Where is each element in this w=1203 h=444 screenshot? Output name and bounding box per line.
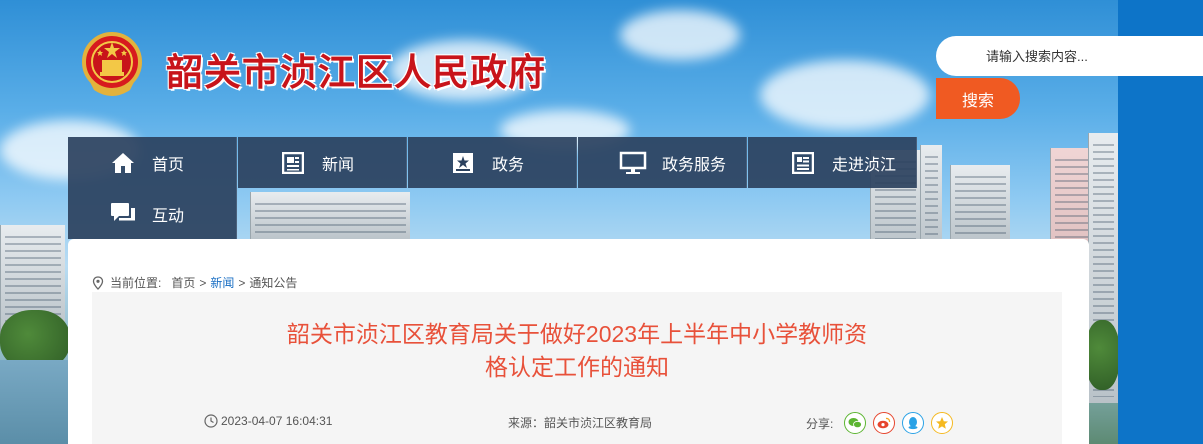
- nav-item-government-affairs[interactable]: 政务: [408, 137, 577, 188]
- datetime-text: 2023-04-07 16:04:31: [221, 414, 333, 428]
- monitor-icon: [618, 150, 648, 176]
- nav-item-news[interactable]: 新闻: [238, 137, 407, 188]
- nav-item-label: 新闻: [322, 156, 355, 174]
- nav-item-label: 首页: [152, 156, 185, 174]
- building: [950, 165, 1010, 245]
- nav-item-about-zhenjiang[interactable]: 走进浈江: [748, 137, 917, 188]
- share-bar: 分享:: [806, 412, 954, 434]
- wechat-icon[interactable]: [844, 412, 867, 434]
- source-text: 来源：韶关市浈江区教育局: [508, 416, 653, 430]
- qq-icon[interactable]: [902, 412, 925, 434]
- nav-item-label: 互动: [152, 207, 185, 225]
- article-title-line: 格认定工作的通知: [485, 354, 669, 380]
- article-title-line: 韶关市浈江区教育局关于做好2023年上半年中小学教师资: [286, 321, 868, 347]
- weibo-icon[interactable]: [873, 412, 896, 434]
- breadcrumb-home[interactable]: 首页: [171, 274, 195, 291]
- river: [0, 360, 70, 444]
- government-affairs-icon: [448, 150, 478, 176]
- breadcrumb-notices[interactable]: 通知公告: [249, 274, 297, 291]
- article-source: 来源：韶关市浈江区教育局: [508, 414, 652, 431]
- nav-item-home[interactable]: 首页: [68, 137, 237, 188]
- nav-item-government-services[interactable]: 政务服务: [578, 137, 747, 188]
- nav-item-label: 走进浈江: [832, 156, 897, 174]
- building: [920, 145, 942, 250]
- sky-cloud: [760, 60, 930, 130]
- breadcrumb-prefix: 当前位置:: [110, 276, 162, 290]
- nav-item-label: 政务服务: [662, 156, 727, 174]
- national-emblem-icon: [82, 32, 142, 96]
- document-icon: [788, 150, 818, 176]
- chat-icon: [108, 201, 138, 227]
- share-label: 分享:: [806, 416, 834, 431]
- breadcrumb: 当前位置: 首页 > 新闻 > 通知公告: [92, 274, 297, 291]
- breadcrumb-separator: >: [199, 275, 207, 290]
- nav-item-interaction[interactable]: 互动: [68, 188, 237, 239]
- breadcrumb-news[interactable]: 新闻: [210, 274, 234, 291]
- qzone-icon[interactable]: [931, 412, 954, 434]
- home-icon: [108, 150, 138, 176]
- search-button[interactable]: 搜索: [936, 78, 1020, 119]
- location-pin-icon: [92, 275, 104, 290]
- clock-icon: [204, 414, 218, 428]
- article-title: 韶关市浈江区教育局关于做好2023年上半年中小学教师资 格认定工作的通知: [92, 318, 1062, 384]
- nav-item-label: 政务: [492, 156, 525, 174]
- tree: [1085, 320, 1120, 390]
- building: [250, 192, 410, 242]
- breadcrumb-separator: >: [238, 275, 246, 290]
- article-datetime: 2023-04-07 16:04:31: [204, 414, 332, 428]
- site-title: 韶关市浈江区人民政府: [166, 50, 546, 94]
- sky-cloud: [620, 10, 740, 60]
- news-icon: [278, 150, 308, 176]
- search-input[interactable]: [936, 36, 1203, 76]
